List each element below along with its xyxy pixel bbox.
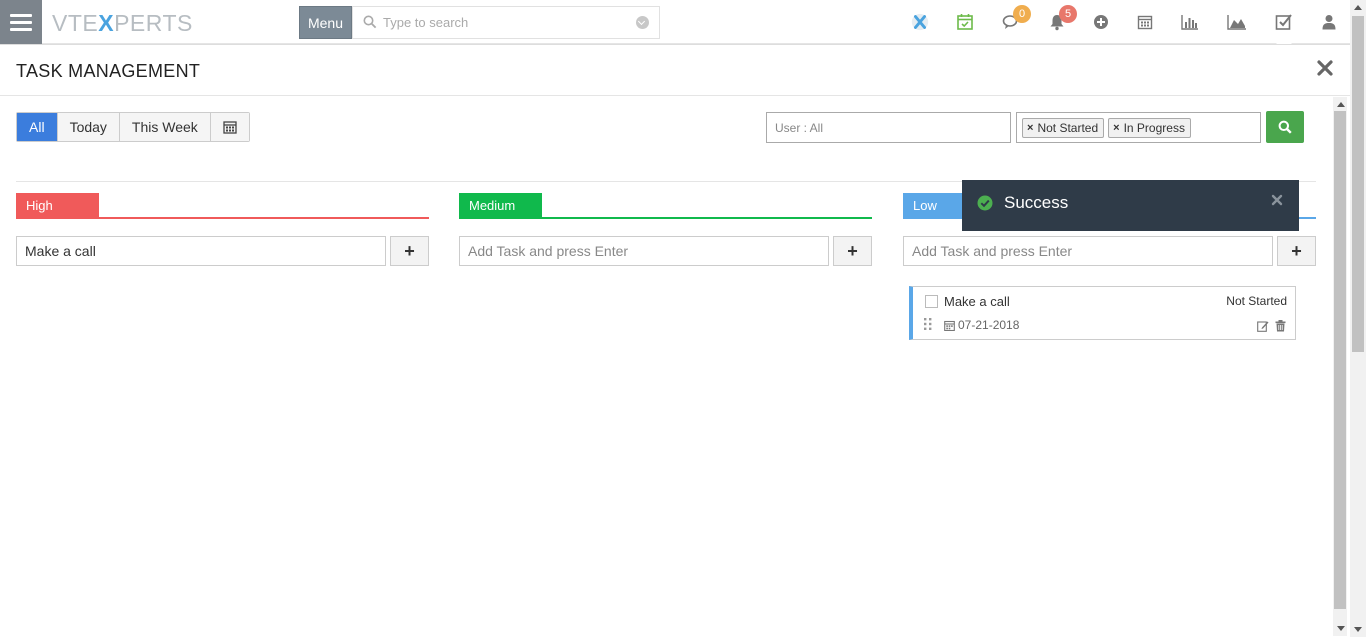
add-task-input[interactable]	[903, 236, 1273, 266]
drag-handle-icon[interactable]	[923, 317, 933, 331]
column-label: High	[16, 193, 99, 218]
priority-column-medium: Medium +	[459, 193, 872, 266]
add-task-button[interactable]: +	[833, 236, 872, 266]
scroll-up-arrow-icon[interactable]	[1354, 5, 1362, 10]
task-status: Not Started	[1226, 294, 1287, 308]
top-navbar: VTEXPERTS Menu 0 5	[0, 0, 1366, 44]
search-button[interactable]	[1266, 111, 1304, 143]
notification-badge: 5	[1059, 5, 1077, 23]
calendar-icon	[944, 320, 955, 331]
filter-this-week-button[interactable]: This Week	[119, 113, 211, 141]
search-icon	[363, 15, 377, 29]
success-toast: Success	[962, 180, 1299, 231]
chat-badge: 0	[1013, 5, 1031, 23]
scrollbar-thumb[interactable]	[1334, 111, 1346, 609]
edit-icon[interactable]	[1257, 320, 1269, 332]
task-card[interactable]: Make a call Not Started 07-21-2018	[909, 286, 1296, 340]
status-tag: × Not Started	[1022, 117, 1105, 138]
calendar-icon[interactable]	[1135, 12, 1155, 32]
bar-chart-icon[interactable]	[1180, 12, 1200, 32]
task-complete-checkbox[interactable]	[925, 295, 938, 308]
column-header: Medium	[459, 193, 872, 219]
page-title: TASK MANAGEMENT	[16, 61, 201, 81]
task-checkbox-icon[interactable]	[1274, 12, 1294, 32]
hamburger-menu-icon[interactable]	[0, 0, 42, 44]
dropdown-caret	[1276, 36, 1292, 44]
page-scrollbar[interactable]	[1350, 0, 1366, 637]
add-task-input[interactable]	[459, 236, 829, 266]
scroll-down-arrow-icon[interactable]	[1337, 626, 1345, 631]
add-circle-icon[interactable]	[1091, 12, 1111, 32]
status-filter-select[interactable]: × Not Started × In Progress	[1016, 112, 1261, 143]
trash-icon[interactable]	[1275, 320, 1286, 332]
global-search[interactable]	[352, 6, 660, 39]
filter-today-button[interactable]: Today	[57, 113, 120, 141]
search-icon	[1278, 120, 1292, 134]
calendar-icon	[223, 121, 237, 134]
filter-calendar-button[interactable]	[210, 113, 249, 141]
task-management-panel: TASK MANAGEMENT All Today This Week User…	[0, 44, 1350, 637]
area-chart-icon[interactable]	[1227, 12, 1247, 32]
add-task-row: +	[903, 236, 1316, 266]
panel-header: TASK MANAGEMENT	[0, 45, 1350, 96]
menu-button[interactable]: Menu	[299, 6, 352, 39]
column-underline	[459, 217, 872, 219]
add-task-button[interactable]: +	[390, 236, 429, 266]
search-dropdown-icon[interactable]	[636, 16, 649, 29]
chat-icon[interactable]: 0	[1001, 5, 1031, 32]
close-icon[interactable]	[1316, 59, 1334, 77]
add-task-input[interactable]	[16, 236, 386, 266]
column-label: Medium	[459, 193, 542, 218]
task-due-date: 07-21-2018	[944, 318, 1019, 332]
bell-icon[interactable]: 5	[1047, 5, 1077, 32]
scroll-up-arrow-icon[interactable]	[1337, 102, 1345, 107]
user-filter-select[interactable]: User : All	[766, 112, 1011, 143]
toast-message: Success	[1004, 193, 1069, 212]
vtexperts-logo[interactable]: VTEXPERTS	[52, 10, 193, 37]
add-task-row: +	[16, 236, 429, 266]
remove-tag-icon[interactable]: ×	[1027, 122, 1033, 134]
user-icon[interactable]	[1319, 12, 1339, 32]
add-task-row: +	[459, 236, 872, 266]
calendar-check-icon[interactable]	[955, 12, 975, 32]
date-filter-group: All Today This Week	[16, 112, 250, 142]
filter-all-button[interactable]: All	[17, 113, 58, 141]
check-circle-icon	[977, 195, 993, 211]
column-underline	[16, 217, 429, 219]
scrollbar-thumb[interactable]	[1352, 16, 1364, 352]
remove-tag-icon[interactable]: ×	[1113, 122, 1119, 134]
priority-column-high: High +	[16, 193, 429, 266]
column-header: High	[16, 193, 429, 219]
status-tag: × In Progress	[1108, 117, 1191, 138]
scroll-down-arrow-icon[interactable]	[1354, 627, 1362, 632]
task-name: Make a call	[944, 294, 1010, 309]
panel-scrollbar[interactable]	[1333, 97, 1347, 636]
close-icon[interactable]	[1271, 194, 1283, 206]
add-task-button[interactable]: +	[1277, 236, 1316, 266]
search-input[interactable]	[383, 7, 633, 38]
vtiger-x-icon[interactable]	[910, 12, 930, 32]
